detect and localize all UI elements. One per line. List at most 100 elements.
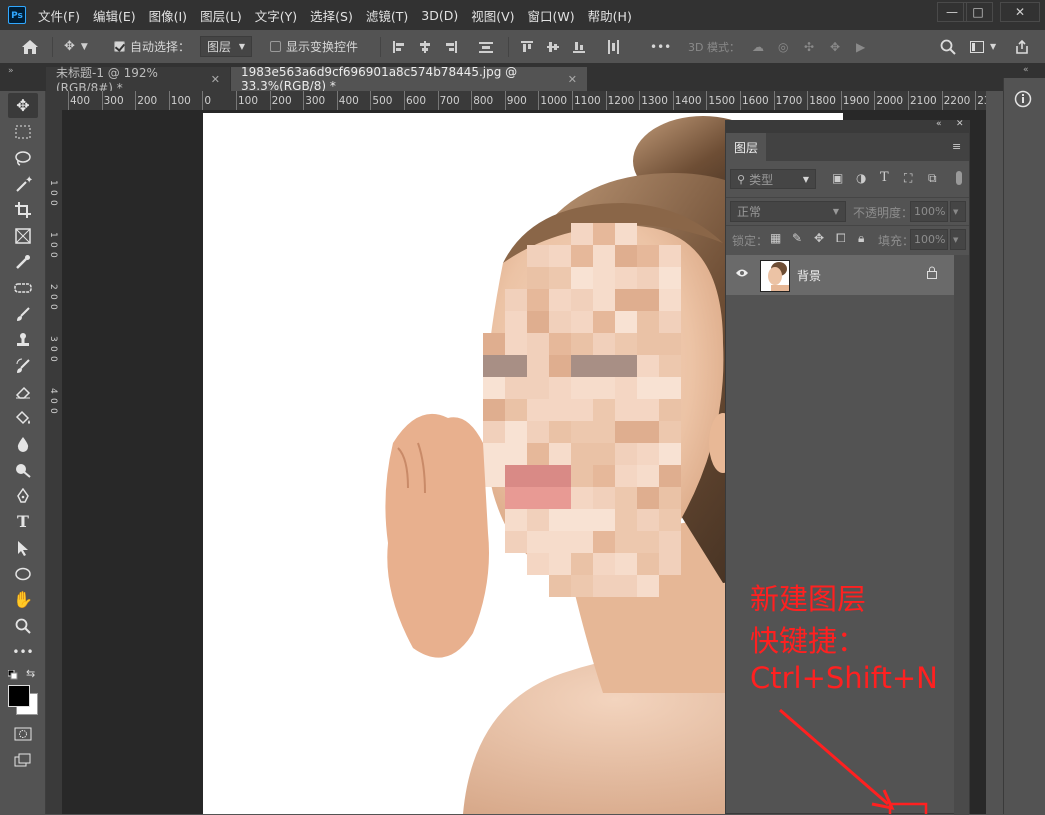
mosaic-cell — [593, 333, 615, 355]
auto-select-target-dropdown[interactable]: 图层 ▼ — [200, 36, 252, 57]
eraser-tool-icon[interactable] — [8, 379, 38, 404]
align-top-icon[interactable] — [520, 30, 534, 63]
mosaic-cell — [549, 465, 571, 487]
frame-tool-icon[interactable] — [8, 223, 38, 248]
close-panel-icon[interactable]: ✕ — [956, 119, 964, 129]
menu-item[interactable]: 图像(I) — [149, 6, 187, 25]
mosaic-cell — [637, 377, 659, 399]
more-options-button[interactable]: ••• — [650, 30, 671, 63]
edit-toolbar-icon[interactable]: ••• — [8, 639, 38, 664]
menu-item[interactable]: 文件(F) — [38, 6, 80, 25]
move-tool-icon[interactable]: ✥ — [8, 93, 38, 118]
3d-roll-icon[interactable]: ◎ — [778, 30, 788, 63]
lock-image-icon[interactable]: ✎ — [792, 231, 802, 245]
dodge-tool-icon[interactable] — [8, 457, 38, 482]
lock-position-icon[interactable]: ✥ — [814, 231, 824, 245]
hand-tool-icon[interactable]: ✋ — [8, 587, 38, 612]
blend-mode-dropdown[interactable]: 正常 ▼ — [730, 201, 846, 222]
close-button[interactable]: ✕ — [1000, 2, 1040, 22]
align-right-icon[interactable] — [444, 30, 458, 63]
zoom-tool-icon[interactable] — [8, 613, 38, 638]
fill-input[interactable]: 100% — [910, 229, 948, 250]
tab-untitled-1[interactable]: 未标题-1 @ 192%(RGB/8#) * ✕ — [46, 66, 230, 95]
layers-tab[interactable]: 图层 — [726, 133, 766, 161]
foreground-color-swatch[interactable] — [8, 685, 30, 707]
filter-type-icon[interactable]: T — [880, 170, 889, 185]
brush-tool-icon[interactable] — [8, 301, 38, 326]
close-icon[interactable]: ✕ — [211, 73, 220, 86]
align-center-icon[interactable] — [418, 30, 432, 63]
align-bottom-icon[interactable] — [572, 30, 586, 63]
paint-bucket-tool-icon[interactable] — [8, 405, 38, 430]
menu-item[interactable]: 滤镜(T) — [366, 6, 408, 25]
menu-item[interactable]: 编辑(E) — [93, 6, 136, 25]
crop-tool-icon[interactable] — [8, 197, 38, 222]
magic-wand-tool-icon[interactable]: ✦ — [8, 171, 38, 196]
eyedropper-tool-icon[interactable] — [8, 249, 38, 274]
maximize-button[interactable]: □ — [963, 2, 993, 22]
lasso-tool-icon[interactable] — [8, 145, 38, 170]
home-icon[interactable] — [20, 30, 40, 63]
filter-adjustment-icon[interactable]: ◑ — [856, 171, 866, 185]
ruler-tick-label: 1 — [48, 232, 58, 238]
search-icon[interactable] — [940, 30, 956, 63]
quick-mask-icon[interactable] — [8, 721, 38, 746]
opacity-input[interactable]: 100% — [910, 201, 948, 222]
healing-brush-tool-icon[interactable] — [8, 275, 38, 300]
checkbox-checked-icon — [114, 41, 125, 52]
screen-mode-icon[interactable] — [8, 747, 38, 772]
eye-visibility-icon[interactable] — [735, 267, 749, 281]
history-brush-tool-icon[interactable] — [8, 353, 38, 378]
ellipse-tool-icon[interactable] — [8, 561, 38, 586]
align-middle-icon[interactable] — [546, 30, 560, 63]
menu-item[interactable]: 窗口(W) — [528, 6, 575, 25]
align-left-icon[interactable] — [392, 30, 406, 63]
type-tool-icon[interactable]: T — [8, 509, 38, 534]
path-selection-tool-icon[interactable] — [8, 535, 38, 560]
menu-item[interactable]: 选择(S) — [310, 6, 353, 25]
lock-artboard-icon[interactable]: ⧠ — [836, 231, 846, 246]
layer-filter-dropdown[interactable]: ⚲ 类型 ▼ — [730, 169, 816, 189]
mosaic-cell — [615, 421, 637, 443]
expand-toolbar-icon[interactable]: » — [8, 66, 14, 76]
menu-item[interactable]: 帮助(H) — [588, 6, 632, 25]
blur-tool-icon[interactable] — [8, 431, 38, 456]
menu-item[interactable]: 文字(Y) — [255, 6, 297, 25]
marquee-tool-icon[interactable] — [8, 119, 38, 144]
distribute-vertical-icon[interactable] — [478, 30, 494, 63]
filter-toggle-icon[interactable] — [956, 171, 962, 185]
info-icon[interactable] — [1014, 90, 1032, 111]
lock-all-icon[interactable]: 🔒︎ — [858, 231, 864, 246]
3d-slide-icon[interactable]: ✥ — [830, 30, 840, 63]
layer-row-background[interactable]: 背景 — [726, 255, 954, 295]
ruler-tick — [840, 91, 842, 110]
3d-camera-icon[interactable]: ▶ — [856, 30, 865, 63]
opacity-slider-toggle[interactable]: ▼ — [950, 201, 966, 222]
filter-smart-object-icon[interactable]: ⧉ — [928, 171, 937, 186]
collapse-panel-icon[interactable]: « — [936, 119, 942, 129]
auto-select-checkbox[interactable]: 自动选择： — [114, 30, 190, 63]
3d-pan-icon[interactable]: ✣ — [804, 30, 814, 63]
menu-item[interactable]: 视图(V) — [471, 6, 514, 25]
swap-colors-icon[interactable]: ⇆ — [26, 667, 35, 680]
close-icon[interactable]: ✕ — [568, 73, 577, 86]
workspace-switcher-button[interactable]: ▼ — [970, 30, 996, 63]
panel-menu-icon[interactable]: ≡ — [952, 140, 961, 153]
show-transform-checkbox[interactable]: 显示变换控件 — [270, 30, 358, 63]
distribute-horizontal-icon[interactable] — [606, 30, 620, 63]
share-icon[interactable] — [1014, 30, 1030, 63]
move-tool-preset-button[interactable]: ✥ ▼ — [64, 30, 88, 63]
menu-item[interactable]: 图层(L) — [200, 6, 242, 25]
pen-tool-icon[interactable] — [8, 483, 38, 508]
fill-slider-toggle[interactable]: ▼ — [950, 229, 966, 250]
tab-active-document[interactable]: 1983e563a6d9cf696901a8c574b78445.jpg @ 3… — [231, 65, 587, 93]
filter-shape-icon[interactable]: ⛶ — [904, 171, 912, 186]
filter-pixel-icon[interactable]: ▣ — [832, 171, 843, 185]
collapse-panels-icon[interactable]: « — [1023, 65, 1029, 75]
3d-orbit-icon[interactable]: ☁ — [752, 30, 764, 63]
clone-stamp-tool-icon[interactable] — [8, 327, 38, 352]
menu-item[interactable]: 3D(D) — [421, 8, 458, 23]
default-colors-icon[interactable] — [7, 669, 18, 680]
ruler-tick-label: 0 — [48, 304, 58, 310]
lock-transparent-icon[interactable]: ▦ — [770, 231, 781, 245]
